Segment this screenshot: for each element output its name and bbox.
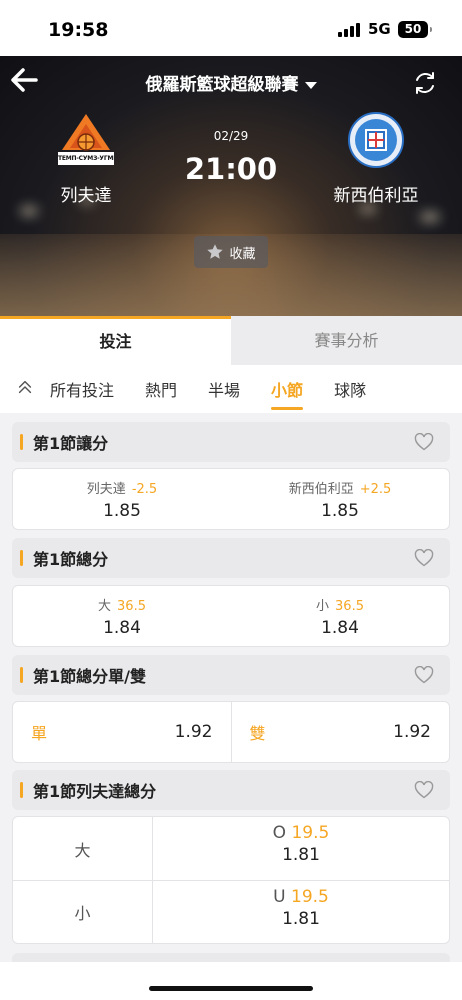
team-total-over-option[interactable]: O 19.5 1.81 bbox=[153, 817, 449, 880]
network-label: 5G bbox=[368, 20, 391, 38]
option-prefix: O bbox=[272, 823, 287, 843]
league-selector[interactable]: 俄羅斯籃球超級聯賽 bbox=[0, 70, 462, 95]
team-total-table: 大 O 19.5 1.81 小 U 19.5 1.81 bbox=[12, 816, 450, 944]
status-bar: 19:58 5G 50 bbox=[0, 0, 462, 56]
table-row: 大 O 19.5 1.81 bbox=[13, 817, 449, 880]
option-line: 19.5 bbox=[291, 887, 329, 907]
market-row-handicap: 列夫達 -2.5 1.85 新西伯利亞 +2.5 1.85 bbox=[12, 468, 450, 530]
option-label: 列夫達 bbox=[86, 482, 126, 497]
signal-icon bbox=[338, 23, 360, 37]
away-team-name: 新西伯利亞 bbox=[333, 186, 419, 206]
filter-popular[interactable]: 熱門 bbox=[145, 377, 177, 401]
filter-all-bets[interactable]: 所有投注 bbox=[50, 377, 114, 401]
refresh-icon[interactable] bbox=[412, 70, 438, 96]
option-odds: 1.81 bbox=[282, 909, 320, 929]
option-label: 單 bbox=[31, 724, 48, 743]
option-line: 36.5 bbox=[335, 599, 364, 614]
market-title: 第1節總分單/雙 bbox=[33, 667, 146, 686]
collapse-all-icon[interactable] bbox=[0, 378, 50, 400]
option-label: 小 bbox=[316, 599, 330, 614]
handicap-away-option[interactable]: 新西伯利亞 +2.5 1.85 bbox=[231, 469, 449, 529]
filter-half[interactable]: 半場 bbox=[208, 377, 240, 401]
market-title: 第1節讓分 bbox=[33, 434, 109, 453]
market-row-total: 大 36.5 1.84 小 36.5 1.84 bbox=[12, 585, 450, 647]
option-odds: 1.85 bbox=[321, 501, 359, 521]
heart-icon[interactable] bbox=[414, 781, 434, 799]
market-header-total[interactable]: 第1節總分 bbox=[12, 538, 450, 578]
option-odds: 1.84 bbox=[103, 618, 141, 638]
caret-down-icon bbox=[304, 81, 317, 89]
heart-icon[interactable] bbox=[414, 433, 434, 451]
status-time: 19:58 bbox=[48, 19, 109, 41]
favorite-label: 收藏 bbox=[229, 246, 256, 262]
total-over-option[interactable]: 大 36.5 1.84 bbox=[13, 586, 231, 646]
favorite-button[interactable]: 收藏 bbox=[194, 236, 268, 268]
bottom-area bbox=[0, 962, 462, 1000]
option-odds: 1.92 bbox=[174, 722, 213, 742]
option-prefix: U bbox=[273, 887, 286, 907]
option-line: 36.5 bbox=[117, 599, 146, 614]
option-odds: 1.92 bbox=[393, 722, 431, 742]
filter-team[interactable]: 球隊 bbox=[334, 377, 366, 401]
row-side-label: 大 bbox=[13, 817, 153, 880]
market-row-odd-even: 單 1.92 雙 1.92 bbox=[12, 701, 450, 763]
table-row: 小 U 19.5 1.81 bbox=[13, 880, 449, 943]
away-team-logo bbox=[348, 112, 404, 168]
even-option[interactable]: 雙 1.92 bbox=[230, 702, 450, 762]
option-line: +2.5 bbox=[359, 482, 392, 497]
market-title: 第1節總分 bbox=[33, 550, 109, 569]
market-title: 第1節列夫達總分 bbox=[33, 782, 157, 801]
option-odds: 1.85 bbox=[103, 501, 141, 521]
star-icon bbox=[207, 244, 224, 259]
home-indicator[interactable] bbox=[149, 986, 313, 991]
match-header: 俄羅斯籃球超級聯賽 ТЕМП-СУМЗ-УГМК 列夫達 02/29 21:00 bbox=[0, 56, 462, 316]
option-line: 19.5 bbox=[291, 823, 330, 843]
market-header-team-total[interactable]: 第1節列夫達總分 bbox=[12, 770, 450, 810]
market-filter-nav: 所有投注 熱門 半場 小節 球隊 bbox=[0, 365, 462, 413]
heart-icon[interactable] bbox=[414, 666, 434, 684]
tab-analysis[interactable]: 賽事分析 bbox=[231, 316, 462, 365]
option-odds: 1.81 bbox=[282, 845, 320, 865]
option-label: 大 bbox=[98, 599, 112, 614]
option-odds: 1.84 bbox=[321, 618, 359, 638]
option-label: 新西伯利亞 bbox=[288, 482, 354, 497]
main-tabs: 投注 賽事分析 bbox=[0, 316, 462, 365]
tab-bet[interactable]: 投注 bbox=[0, 316, 231, 365]
market-header-odd-even[interactable]: 第1節總分單/雙 bbox=[12, 655, 450, 695]
heart-icon[interactable] bbox=[414, 549, 434, 567]
total-under-option[interactable]: 小 36.5 1.84 bbox=[231, 586, 449, 646]
row-side-label: 小 bbox=[13, 881, 153, 943]
option-label: 雙 bbox=[249, 724, 266, 743]
league-title: 俄羅斯籃球超級聯賽 bbox=[145, 75, 299, 95]
option-line: -2.5 bbox=[131, 482, 158, 497]
handicap-home-option[interactable]: 列夫達 -2.5 1.85 bbox=[13, 469, 231, 529]
filter-quarter[interactable]: 小節 bbox=[271, 377, 304, 410]
odd-option[interactable]: 單 1.92 bbox=[13, 702, 231, 762]
battery-icon: 50 bbox=[398, 21, 432, 38]
market-header-handicap[interactable]: 第1節讓分 bbox=[12, 422, 450, 462]
team-total-under-option[interactable]: U 19.5 1.81 bbox=[153, 881, 449, 943]
